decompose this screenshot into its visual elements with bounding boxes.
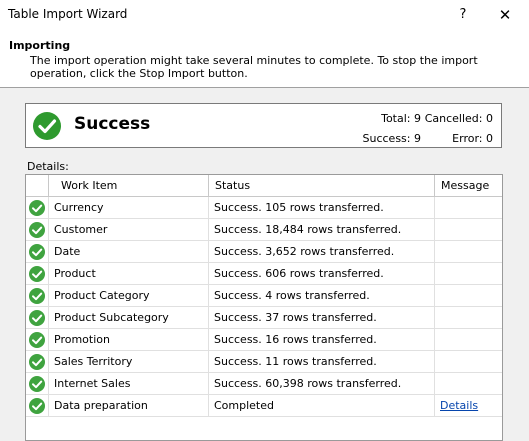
- error-value: 0: [486, 132, 493, 145]
- status-cell: Success. 11 rows transferred.: [209, 351, 435, 372]
- check-circle-icon: [29, 288, 45, 304]
- table-row[interactable]: Product Category Success. 4 rows transfe…: [26, 285, 502, 307]
- table-row[interactable]: Product Success. 606 rows transferred.: [26, 263, 502, 285]
- message-cell: [435, 263, 502, 284]
- check-circle-icon: [29, 376, 45, 392]
- title-bar: Table Import Wizard ? ✕: [0, 0, 529, 30]
- check-circle-icon: [29, 244, 45, 260]
- check-circle-icon: [29, 200, 45, 216]
- table-row[interactable]: Date Success. 3,652 rows transferred.: [26, 241, 502, 263]
- cancelled-value: 0: [486, 112, 493, 125]
- help-button[interactable]: ?: [452, 4, 474, 26]
- window-title: Table Import Wizard: [8, 7, 128, 21]
- row-status-cell: [26, 241, 49, 262]
- status-cell: Completed: [209, 395, 435, 416]
- row-status-cell: [26, 373, 49, 394]
- success-label: Success:: [362, 132, 411, 145]
- message-cell: [435, 241, 502, 262]
- check-circle-icon: [29, 398, 45, 414]
- status-cell: Success. 16 rows transferred.: [209, 329, 435, 350]
- table-row[interactable]: Promotion Success. 16 rows transferred.: [26, 329, 502, 351]
- summary-status: Success: [74, 114, 151, 134]
- row-status-cell: [26, 351, 49, 372]
- details-table[interactable]: Work Item Status Message Currency Succes…: [25, 174, 503, 441]
- status-cell: Success. 60,398 rows transferred.: [209, 373, 435, 394]
- work-item-cell: Customer: [49, 219, 209, 240]
- row-status-cell: [26, 219, 49, 240]
- work-item-cell: Promotion: [49, 329, 209, 350]
- status-cell: Success. 4 rows transferred.: [209, 285, 435, 306]
- work-item-cell: Product: [49, 263, 209, 284]
- message-cell: [435, 307, 502, 328]
- table-header: Work Item Status Message: [26, 175, 502, 197]
- header-icon-column: [26, 175, 49, 196]
- close-button[interactable]: ✕: [490, 4, 520, 26]
- step-title: Importing: [9, 39, 71, 52]
- work-item-cell: Date: [49, 241, 209, 262]
- status-cell: Success. 18,484 rows transferred.: [209, 219, 435, 240]
- column-header-work-item[interactable]: Work Item: [49, 175, 209, 196]
- details-label: Details:: [27, 160, 69, 173]
- wizard-header: Importing The import operation might tak…: [0, 30, 529, 87]
- message-cell: [435, 351, 502, 372]
- row-status-cell: [26, 197, 49, 218]
- error-label: Error:: [452, 132, 483, 145]
- row-status-cell: [26, 395, 49, 416]
- work-item-cell: Product Subcategory: [49, 307, 209, 328]
- success-count: Success: 9: [363, 132, 422, 145]
- status-cell: Success. 606 rows transferred.: [209, 263, 435, 284]
- message-cell: Details: [435, 395, 502, 416]
- cancelled-count: Cancelled: 0: [425, 112, 493, 125]
- row-status-cell: [26, 307, 49, 328]
- success-value: 9: [414, 132, 421, 145]
- check-circle-icon: [29, 332, 45, 348]
- work-item-cell: Data preparation: [49, 395, 209, 416]
- summary-panel: Success Total: 9 Cancelled: 0 Success: 9…: [25, 103, 502, 148]
- row-status-cell: [26, 285, 49, 306]
- check-circle-icon: [29, 266, 45, 282]
- work-item-cell: Currency: [49, 197, 209, 218]
- column-header-message[interactable]: Message: [435, 175, 502, 196]
- table-row[interactable]: Sales Territory Success. 11 rows transfe…: [26, 351, 502, 373]
- check-circle-icon: [29, 310, 45, 326]
- column-header-status[interactable]: Status: [209, 175, 435, 196]
- check-circle-icon: [29, 222, 45, 238]
- total-value: 9: [414, 112, 421, 125]
- details-link[interactable]: Details: [440, 399, 478, 412]
- status-cell: Success. 105 rows transferred.: [209, 197, 435, 218]
- row-status-cell: [26, 263, 49, 284]
- message-cell: [435, 329, 502, 350]
- check-circle-icon: [29, 354, 45, 370]
- error-count: Error: 0: [452, 132, 493, 145]
- success-check-icon: [33, 112, 61, 140]
- message-cell: [435, 197, 502, 218]
- status-cell: Success. 3,652 rows transferred.: [209, 241, 435, 262]
- cancelled-label: Cancelled:: [424, 112, 483, 125]
- message-cell: [435, 285, 502, 306]
- total-label: Total:: [381, 112, 411, 125]
- row-status-cell: [26, 329, 49, 350]
- table-row[interactable]: Customer Success. 18,484 rows transferre…: [26, 219, 502, 241]
- work-item-cell: Internet Sales: [49, 373, 209, 394]
- table-row[interactable]: Internet Sales Success. 60,398 rows tran…: [26, 373, 502, 395]
- table-row[interactable]: Currency Success. 105 rows transferred.: [26, 197, 502, 219]
- message-cell: [435, 373, 502, 394]
- table-row[interactable]: Product Subcategory Success. 37 rows tra…: [26, 307, 502, 329]
- status-cell: Success. 37 rows transferred.: [209, 307, 435, 328]
- step-description: The import operation might take several …: [30, 54, 478, 80]
- work-item-cell: Product Category: [49, 285, 209, 306]
- table-row[interactable]: Data preparation Completed Details: [26, 395, 502, 417]
- message-cell: [435, 219, 502, 240]
- total-count: Total: 9: [381, 112, 421, 125]
- wizard-content: Success Total: 9 Cancelled: 0 Success: 9…: [0, 88, 529, 441]
- work-item-cell: Sales Territory: [49, 351, 209, 372]
